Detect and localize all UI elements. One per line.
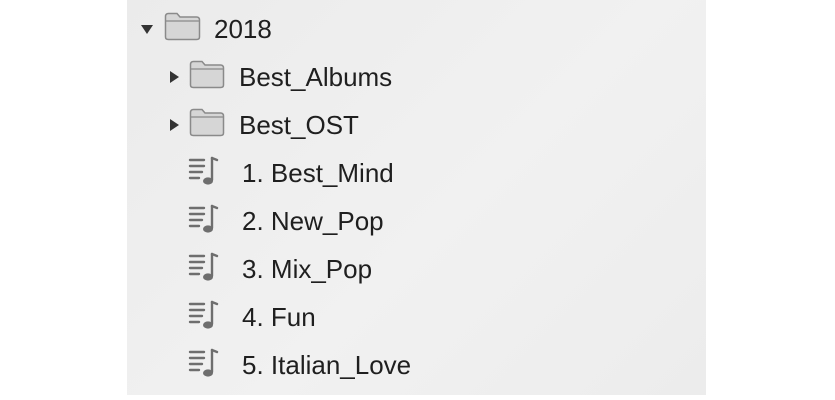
playlist-icon xyxy=(188,346,220,385)
playlist-icon xyxy=(188,250,220,289)
tree-item-playlist-fun[interactable]: 4. Fun xyxy=(188,293,316,341)
tree-item-playlist-italian-love[interactable]: 5. Italian_Love xyxy=(188,341,411,389)
tree-item-playlist-mix-pop[interactable]: 3. Mix_Pop xyxy=(188,245,372,293)
folder-icon xyxy=(189,59,225,96)
folder-icon xyxy=(189,107,225,144)
tree-item-label: 4. Fun xyxy=(242,301,316,332)
playlist-icon xyxy=(188,154,220,193)
tree-item-label: 5. Italian_Love xyxy=(242,349,412,380)
tree-item-label: Best_OST xyxy=(239,109,359,140)
disclosure-triangle-collapsed-icon[interactable] xyxy=(170,119,179,131)
tree-item-label: 1. Best_Mind xyxy=(242,157,394,188)
playlist-icon xyxy=(188,298,220,337)
tree-item-playlist-new-pop[interactable]: 2. New_Pop xyxy=(188,197,384,245)
tree-item-label: 2018 xyxy=(214,13,272,44)
playlist-icon xyxy=(188,202,220,241)
tree-item-playlist-best-mind[interactable]: 1. Best_Mind xyxy=(188,149,394,197)
sidebar-tree-panel: 2018 Best_Albums Best_OST 1. Best_Mind 2… xyxy=(127,0,706,395)
tree-item-best-ost[interactable]: Best_OST xyxy=(170,101,359,149)
tree-item-best-albums[interactable]: Best_Albums xyxy=(170,53,392,101)
disclosure-triangle-collapsed-icon[interactable] xyxy=(170,71,179,83)
tree-item-label: Best_Albums xyxy=(239,61,393,92)
folder-icon xyxy=(164,11,201,48)
disclosure-triangle-expanded-icon[interactable] xyxy=(141,24,153,34)
tree-item-2018[interactable]: 2018 xyxy=(141,5,272,53)
tree-item-label: 2. New_Pop xyxy=(242,205,384,236)
tree-item-label: 3. Mix_Pop xyxy=(242,253,373,284)
